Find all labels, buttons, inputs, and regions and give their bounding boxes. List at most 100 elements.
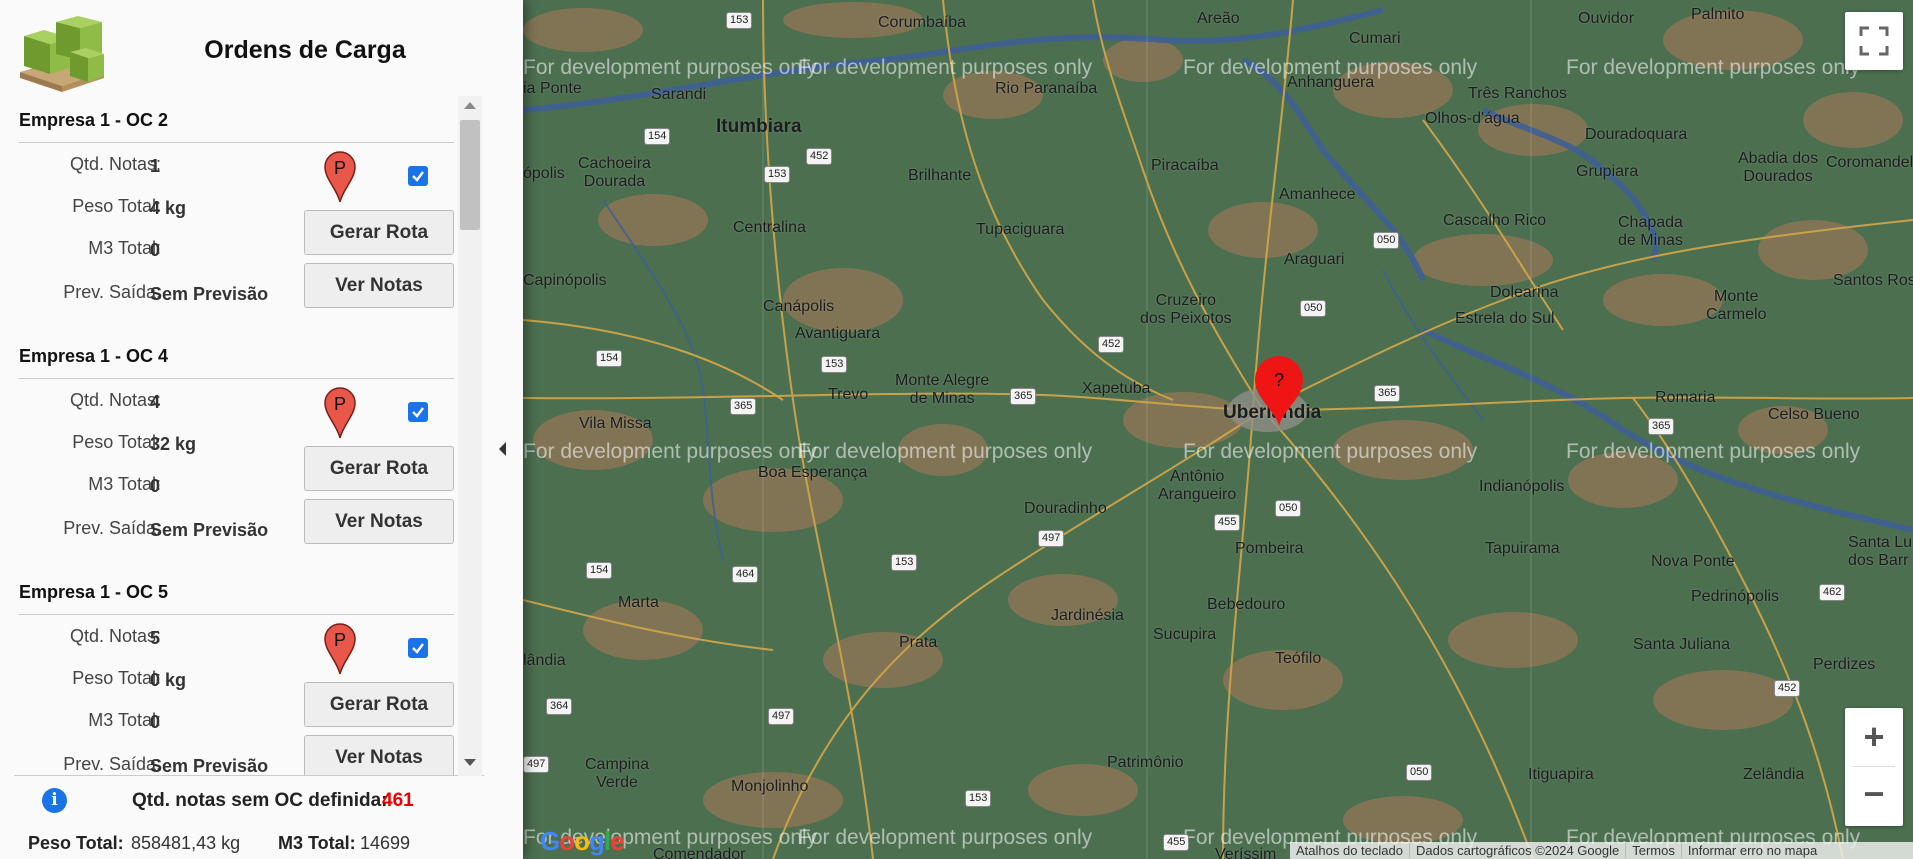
peso-total-value: 0 kg bbox=[150, 670, 187, 690]
place-label: Marta bbox=[618, 594, 659, 611]
place-label: Itiguapira bbox=[1528, 766, 1594, 783]
place-label: Tupaciguara bbox=[976, 221, 1065, 238]
ver-notas-button[interactable]: Ver Notas bbox=[304, 735, 454, 775]
zoom-controls: + − bbox=[1845, 708, 1903, 826]
scroll-up-arrow-icon[interactable] bbox=[464, 102, 476, 109]
scroll-down-arrow-icon[interactable] bbox=[464, 759, 476, 766]
map-pin-icon[interactable]: P bbox=[323, 623, 357, 675]
place-label: lândia bbox=[523, 652, 566, 669]
road-shield: 050 bbox=[1406, 764, 1433, 781]
gerar-rota-button[interactable]: Gerar Rota bbox=[304, 446, 454, 491]
pin-letter: P bbox=[334, 630, 346, 650]
scroll-thumb[interactable] bbox=[460, 120, 480, 230]
road-shield: 153 bbox=[726, 12, 753, 29]
dev-watermark: For development purposes only bbox=[1566, 440, 1861, 463]
google-logo-letter: G bbox=[540, 826, 560, 856]
check-icon bbox=[412, 643, 424, 654]
road-shield: 153 bbox=[965, 790, 992, 807]
place-label: Boa Esperança bbox=[758, 464, 868, 481]
place-label: Campina Verde bbox=[585, 756, 650, 791]
peso-total-value: 4 kg bbox=[150, 198, 187, 218]
dev-watermark: For development purposes only bbox=[798, 826, 1093, 849]
place-label: Cascalho Rico bbox=[1443, 212, 1547, 229]
place-label: Cachoeira Dourada bbox=[578, 155, 651, 190]
place-label: Anhanguera bbox=[1287, 74, 1375, 91]
place-label: Centralina bbox=[733, 219, 806, 236]
place-label: Indianópolis bbox=[1479, 478, 1565, 495]
prev-saida-value: Sem Previsão bbox=[150, 756, 269, 776]
gerar-rota-button[interactable]: Gerar Rota bbox=[304, 210, 454, 255]
sem-oc-label: Qtd. notas sem OC definida: bbox=[132, 790, 388, 811]
order-checkbox[interactable] bbox=[408, 638, 428, 658]
collapse-sidebar-icon[interactable] bbox=[496, 437, 512, 461]
zoom-in-button[interactable]: + bbox=[1845, 708, 1903, 766]
terms-link[interactable]: Termos bbox=[1626, 843, 1682, 858]
place-label: Vila Missa bbox=[579, 415, 652, 432]
road-shield: 365 bbox=[1010, 388, 1037, 405]
map-marker[interactable]: ? bbox=[1253, 356, 1305, 428]
place-label: Monte Carmelo bbox=[1706, 288, 1767, 323]
map-pin-icon[interactable]: P bbox=[323, 151, 357, 203]
place-label: Sarandi bbox=[651, 86, 707, 103]
map-canvas[interactable]: For development purposes only For develo… bbox=[523, 0, 1913, 859]
road-shield: 364 bbox=[546, 698, 573, 715]
road-shield: 497 bbox=[1038, 530, 1065, 547]
order-checkbox[interactable] bbox=[408, 166, 428, 186]
road-shield: 050 bbox=[1373, 232, 1400, 249]
place-label: Bebedouro bbox=[1207, 596, 1286, 613]
place-label: Monte Alegre de Minas bbox=[895, 372, 990, 407]
ver-notas-button[interactable]: Ver Notas bbox=[304, 499, 454, 544]
sidebar-header: Ordens de Carga bbox=[0, 0, 523, 95]
order-title: Empresa 1 - OC 4 bbox=[19, 346, 169, 366]
place-label: Olhos-d'água bbox=[1425, 110, 1520, 127]
road-shield: 452 bbox=[1774, 680, 1801, 697]
google-logo-letter: o bbox=[559, 826, 575, 856]
place-label: Araguari bbox=[1284, 251, 1345, 268]
zoom-out-button[interactable]: − bbox=[1845, 767, 1903, 825]
fullscreen-button[interactable] bbox=[1845, 12, 1903, 70]
map-attribution: Atalhos do teclado Dados cartográficos ©2… bbox=[1290, 842, 1913, 859]
footer-m3-value: 14699 bbox=[360, 833, 411, 853]
place-label: Santos Rosa bbox=[1833, 272, 1913, 289]
dev-watermark: For development purposes only bbox=[523, 440, 818, 463]
place-label: Dolearina bbox=[1490, 284, 1559, 301]
google-logo-letter: g bbox=[589, 826, 605, 856]
road-shield: 050 bbox=[1275, 500, 1302, 517]
divider bbox=[19, 378, 454, 379]
check-icon bbox=[412, 407, 424, 418]
prev-saida-value: Sem Previsão bbox=[150, 284, 269, 304]
qtd-notas-value: 5 bbox=[150, 628, 161, 648]
place-label: Avantiguara bbox=[795, 325, 881, 342]
place-label: Cruzeiro dos Peixotos bbox=[1140, 292, 1232, 327]
road-shield: 455 bbox=[1163, 834, 1190, 851]
place-label: Grupiara bbox=[1576, 163, 1639, 180]
place-label: Santa Juliana bbox=[1633, 636, 1730, 653]
pin-letter: P bbox=[334, 158, 346, 178]
map-pin-icon[interactable]: P bbox=[323, 387, 357, 439]
qtd-notas-label: Qtd. Notas: bbox=[69, 154, 161, 174]
gerar-rota-button[interactable]: Gerar Rota bbox=[304, 682, 454, 727]
place-label: Canápolis bbox=[763, 298, 835, 315]
google-logo-letter: e bbox=[610, 826, 625, 856]
boxes-logo-icon bbox=[20, 16, 104, 92]
place-label: Piracaíba bbox=[1151, 157, 1219, 174]
place-label: Itumbiara bbox=[716, 116, 802, 137]
m3-total-value: 0 bbox=[150, 476, 161, 496]
info-icon[interactable]: i bbox=[42, 788, 67, 813]
keyboard-shortcuts-link[interactable]: Atalhos do teclado bbox=[1290, 843, 1410, 858]
prev-saida-label: Prev. Saída: bbox=[63, 754, 161, 774]
list-scrollbar[interactable] bbox=[458, 96, 482, 776]
report-error-link[interactable]: Informar erro no mapa bbox=[1682, 843, 1823, 858]
place-label: Palmito bbox=[1691, 6, 1745, 23]
place-label: Douradinho bbox=[1024, 500, 1107, 517]
place-label: Pedrinópolis bbox=[1691, 588, 1780, 605]
road-shield: 452 bbox=[1098, 336, 1125, 353]
order-list[interactable]: Empresa 1 - OC 2 Qtd. Notas: 1 Peso Tota… bbox=[14, 96, 484, 776]
place-label: Chapada de Minas bbox=[1618, 214, 1683, 249]
ver-notas-button[interactable]: Ver Notas bbox=[304, 263, 454, 308]
footer-m3-label: M3 Total: bbox=[278, 833, 356, 853]
qtd-notas-label: Qtd. Notas: bbox=[69, 626, 161, 646]
road-shield: 452 bbox=[806, 148, 833, 165]
order-checkbox[interactable] bbox=[408, 402, 428, 422]
place-label: Abadia dos Dourados bbox=[1738, 150, 1819, 185]
